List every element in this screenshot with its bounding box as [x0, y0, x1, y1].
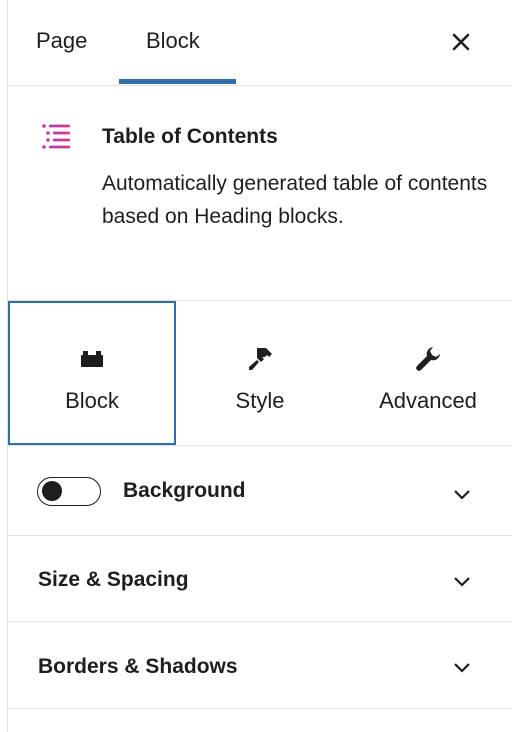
block-icon	[81, 351, 103, 367]
panel-borders-shadows[interactable]: Borders & Shadows	[8, 622, 512, 709]
block-description: Automatically generated table of content…	[102, 172, 488, 228]
panel-size-spacing[interactable]: Size & Spacing	[8, 536, 512, 622]
chevron-down-icon	[454, 663, 470, 673]
panel-size-spacing-title: Size & Spacing	[38, 568, 189, 591]
background-toggle[interactable]	[37, 477, 101, 506]
wrench-icon	[416, 347, 440, 371]
close-icon	[452, 33, 470, 51]
tab-page[interactable]: Page	[36, 28, 87, 54]
tab-advanced-settings[interactable]: Advanced	[344, 301, 512, 445]
toggle-knob	[42, 481, 62, 501]
block-title: Table of Contents	[102, 125, 278, 148]
tab-block-label: Block	[65, 388, 119, 413]
chevron-down-icon	[454, 490, 470, 500]
tab-style-label: Style	[235, 388, 285, 413]
sidebar-header: Page Block	[8, 0, 512, 86]
panel-borders-shadows-title: Borders & Shadows	[38, 655, 238, 678]
brush-icon	[249, 348, 272, 370]
active-tab-indicator	[119, 79, 236, 84]
block-card: Table of Contents Automatically generate…	[8, 86, 512, 301]
settings-tabs: Block Style Advanced	[8, 301, 512, 446]
panel-background-title: Background	[123, 479, 246, 502]
close-button[interactable]	[446, 27, 476, 57]
chevron-down-icon	[454, 577, 470, 587]
tab-advanced-label: Advanced	[379, 388, 477, 413]
table-of-contents-icon	[42, 124, 70, 149]
tab-style-settings[interactable]: Style	[176, 301, 344, 445]
panel-background[interactable]: Background	[8, 446, 512, 536]
tab-block[interactable]: Block	[146, 28, 200, 54]
tab-block-settings[interactable]: Block	[8, 301, 176, 445]
